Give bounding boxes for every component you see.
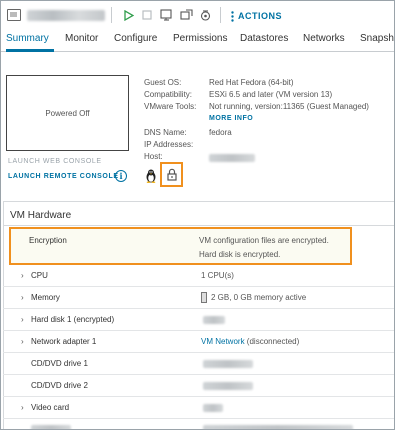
partial-row-redacted (31, 425, 71, 429)
cd-dvd-1-value-redacted (203, 360, 253, 368)
dns-name-label: DNS Name: (144, 128, 187, 137)
vm-icon (7, 9, 21, 21)
memory-label: Memory (31, 293, 60, 302)
hard-disk-label: Hard disk 1 (encrypted) (31, 315, 115, 324)
expand-chevron-icon[interactable]: › (21, 315, 24, 324)
video-card-value-redacted (203, 404, 223, 412)
cd-dvd-drive-2-label: CD/DVD drive 2 (31, 381, 88, 390)
console-preview[interactable]: Powered Off (6, 75, 129, 151)
ip-addresses-label: IP Addresses: (144, 140, 194, 149)
linux-tux-icon (145, 169, 157, 183)
vm-network-link[interactable]: VM Network (201, 337, 245, 346)
hardware-row-hard-disk: › Hard disk 1 (encrypted) (3, 309, 394, 331)
encryption-highlight-box (160, 162, 183, 187)
snapshot-icon[interactable] (197, 7, 213, 23)
encryption-status-line2: Hard disk is encrypted. (199, 250, 281, 259)
tab-networks[interactable]: Networks (303, 33, 345, 44)
hardware-row-cd-dvd-1: CD/DVD drive 1 (3, 353, 394, 375)
toolbar-separator (111, 7, 112, 23)
toolbar-separator (220, 7, 221, 23)
encryption-label: Encryption (29, 236, 67, 245)
encryption-row-highlight: Encryption VM configuration files are en… (9, 227, 352, 265)
memory-icon (201, 292, 207, 303)
host-value-redacted (209, 154, 255, 162)
vmware-tools-label: VMware Tools: (144, 102, 197, 111)
launch-remote-console-link[interactable]: LAUNCH REMOTE CONSOLE (8, 173, 119, 180)
migrate-icon[interactable] (178, 7, 194, 23)
network-status: (disconnected) (246, 337, 300, 346)
expand-chevron-icon[interactable]: › (21, 293, 24, 302)
memory-value: 2 GB, 0 GB memory active (211, 293, 307, 302)
host-label: Host: (144, 152, 163, 161)
hardware-row-cpu: › CPU 1 CPU(s) (3, 265, 394, 287)
partial-row-value-redacted (203, 425, 353, 429)
power-off-icon[interactable] (139, 7, 155, 23)
more-info-link[interactable]: MORE INFO (209, 115, 253, 122)
tab-summary[interactable]: Summary (6, 33, 49, 44)
hardware-row-network-adapter: › Network adapter 1 VM Network (disconne… (3, 331, 394, 353)
divider (4, 225, 394, 226)
network-adapter-value: VM Network (disconnected) (201, 337, 299, 346)
more-vertical-icon (231, 10, 234, 22)
guest-os-label: Guest OS: (144, 78, 182, 87)
hard-disk-value-redacted (203, 316, 225, 324)
compatibility-label: Compatibility: (144, 90, 193, 99)
hardware-row-partial (3, 419, 394, 429)
info-icon[interactable]: i (115, 170, 127, 182)
suspend-icon[interactable] (158, 7, 174, 23)
power-state-text: Powered Off (45, 108, 90, 118)
hardware-row-video-card: › Video card (3, 397, 394, 419)
actions-label: ACTIONS (238, 11, 282, 21)
active-tab-indicator (6, 49, 54, 52)
power-on-icon[interactable] (121, 7, 137, 23)
expand-chevron-icon[interactable]: › (21, 271, 24, 280)
cpu-value: 1 CPU(s) (201, 271, 234, 280)
guest-os-value: Red Hat Fedora (64-bit) (209, 78, 294, 87)
tab-bar: Summary Monitor Configure Permissions Da… (1, 30, 394, 52)
expand-chevron-icon[interactable]: › (21, 337, 24, 346)
tab-snapshots[interactable]: Snapsho (360, 33, 394, 44)
vm-summary-window: ACTIONS Summary Monitor Configure Permis… (0, 0, 395, 430)
cd-dvd-drive-1-label: CD/DVD drive 1 (31, 359, 88, 368)
cpu-label: CPU (31, 271, 48, 280)
encryption-status-line1: VM configuration files are encrypted. (199, 236, 329, 245)
hardware-row-memory: › Memory 2 GB, 0 GB memory active (3, 287, 394, 309)
vm-name-redacted (27, 10, 105, 21)
tab-permissions[interactable]: Permissions (173, 33, 227, 44)
cd-dvd-2-value-redacted (203, 382, 253, 390)
tab-monitor[interactable]: Monitor (65, 33, 98, 44)
video-card-label: Video card (31, 403, 70, 412)
expand-chevron-icon[interactable]: › (21, 403, 24, 412)
network-adapter-label: Network adapter 1 (31, 337, 97, 346)
toolbar: ACTIONS (1, 1, 394, 29)
tab-datastores[interactable]: Datastores (240, 33, 288, 44)
compatibility-value: ESXi 6.5 and later (VM version 13) (209, 90, 333, 99)
vm-hardware-title: VM Hardware (10, 210, 72, 221)
tab-configure[interactable]: Configure (114, 33, 157, 44)
dns-name-value: fedora (209, 128, 232, 137)
lock-icon (166, 168, 177, 181)
vmware-tools-value: Not running, version:11365 (Guest Manage… (209, 102, 369, 111)
hardware-row-cd-dvd-2: CD/DVD drive 2 (3, 375, 394, 397)
launch-web-console-link[interactable]: LAUNCH WEB CONSOLE (8, 158, 102, 165)
actions-menu-button[interactable]: ACTIONS (231, 9, 282, 23)
